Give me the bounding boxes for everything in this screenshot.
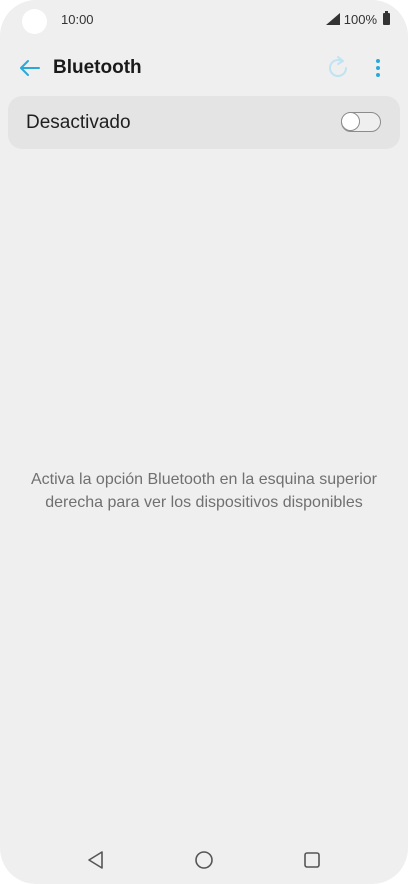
nav-recents-icon[interactable]	[300, 848, 324, 872]
navigation-bar	[0, 842, 408, 878]
camera-cutout	[22, 9, 47, 34]
battery-percentage: 100%	[343, 11, 377, 27]
signal-icon	[325, 13, 340, 25]
nav-home-icon[interactable]	[192, 848, 216, 872]
refresh-icon[interactable]	[324, 54, 352, 82]
phone-screen: 10:00 100% Bluetooth Desactivado Activa …	[0, 0, 408, 884]
bluetooth-switch[interactable]	[341, 112, 381, 132]
back-arrow-icon[interactable]	[16, 54, 44, 82]
battery-icon	[383, 11, 390, 25]
status-bar: 10:00 100%	[0, 0, 408, 40]
status-icons: 100%	[325, 11, 390, 27]
nav-back-icon[interactable]	[84, 848, 108, 872]
app-bar: Bluetooth	[0, 44, 408, 92]
status-time: 10:00	[61, 12, 94, 27]
bluetooth-toggle-row[interactable]: Desactivado	[8, 96, 400, 149]
page-title: Bluetooth	[53, 57, 142, 78]
empty-state-message: Activa la opción Bluetooth en la esquina…	[31, 471, 377, 511]
switch-knob	[341, 112, 360, 131]
more-options-icon[interactable]	[368, 54, 388, 82]
bluetooth-state-label: Desactivado	[26, 112, 131, 133]
